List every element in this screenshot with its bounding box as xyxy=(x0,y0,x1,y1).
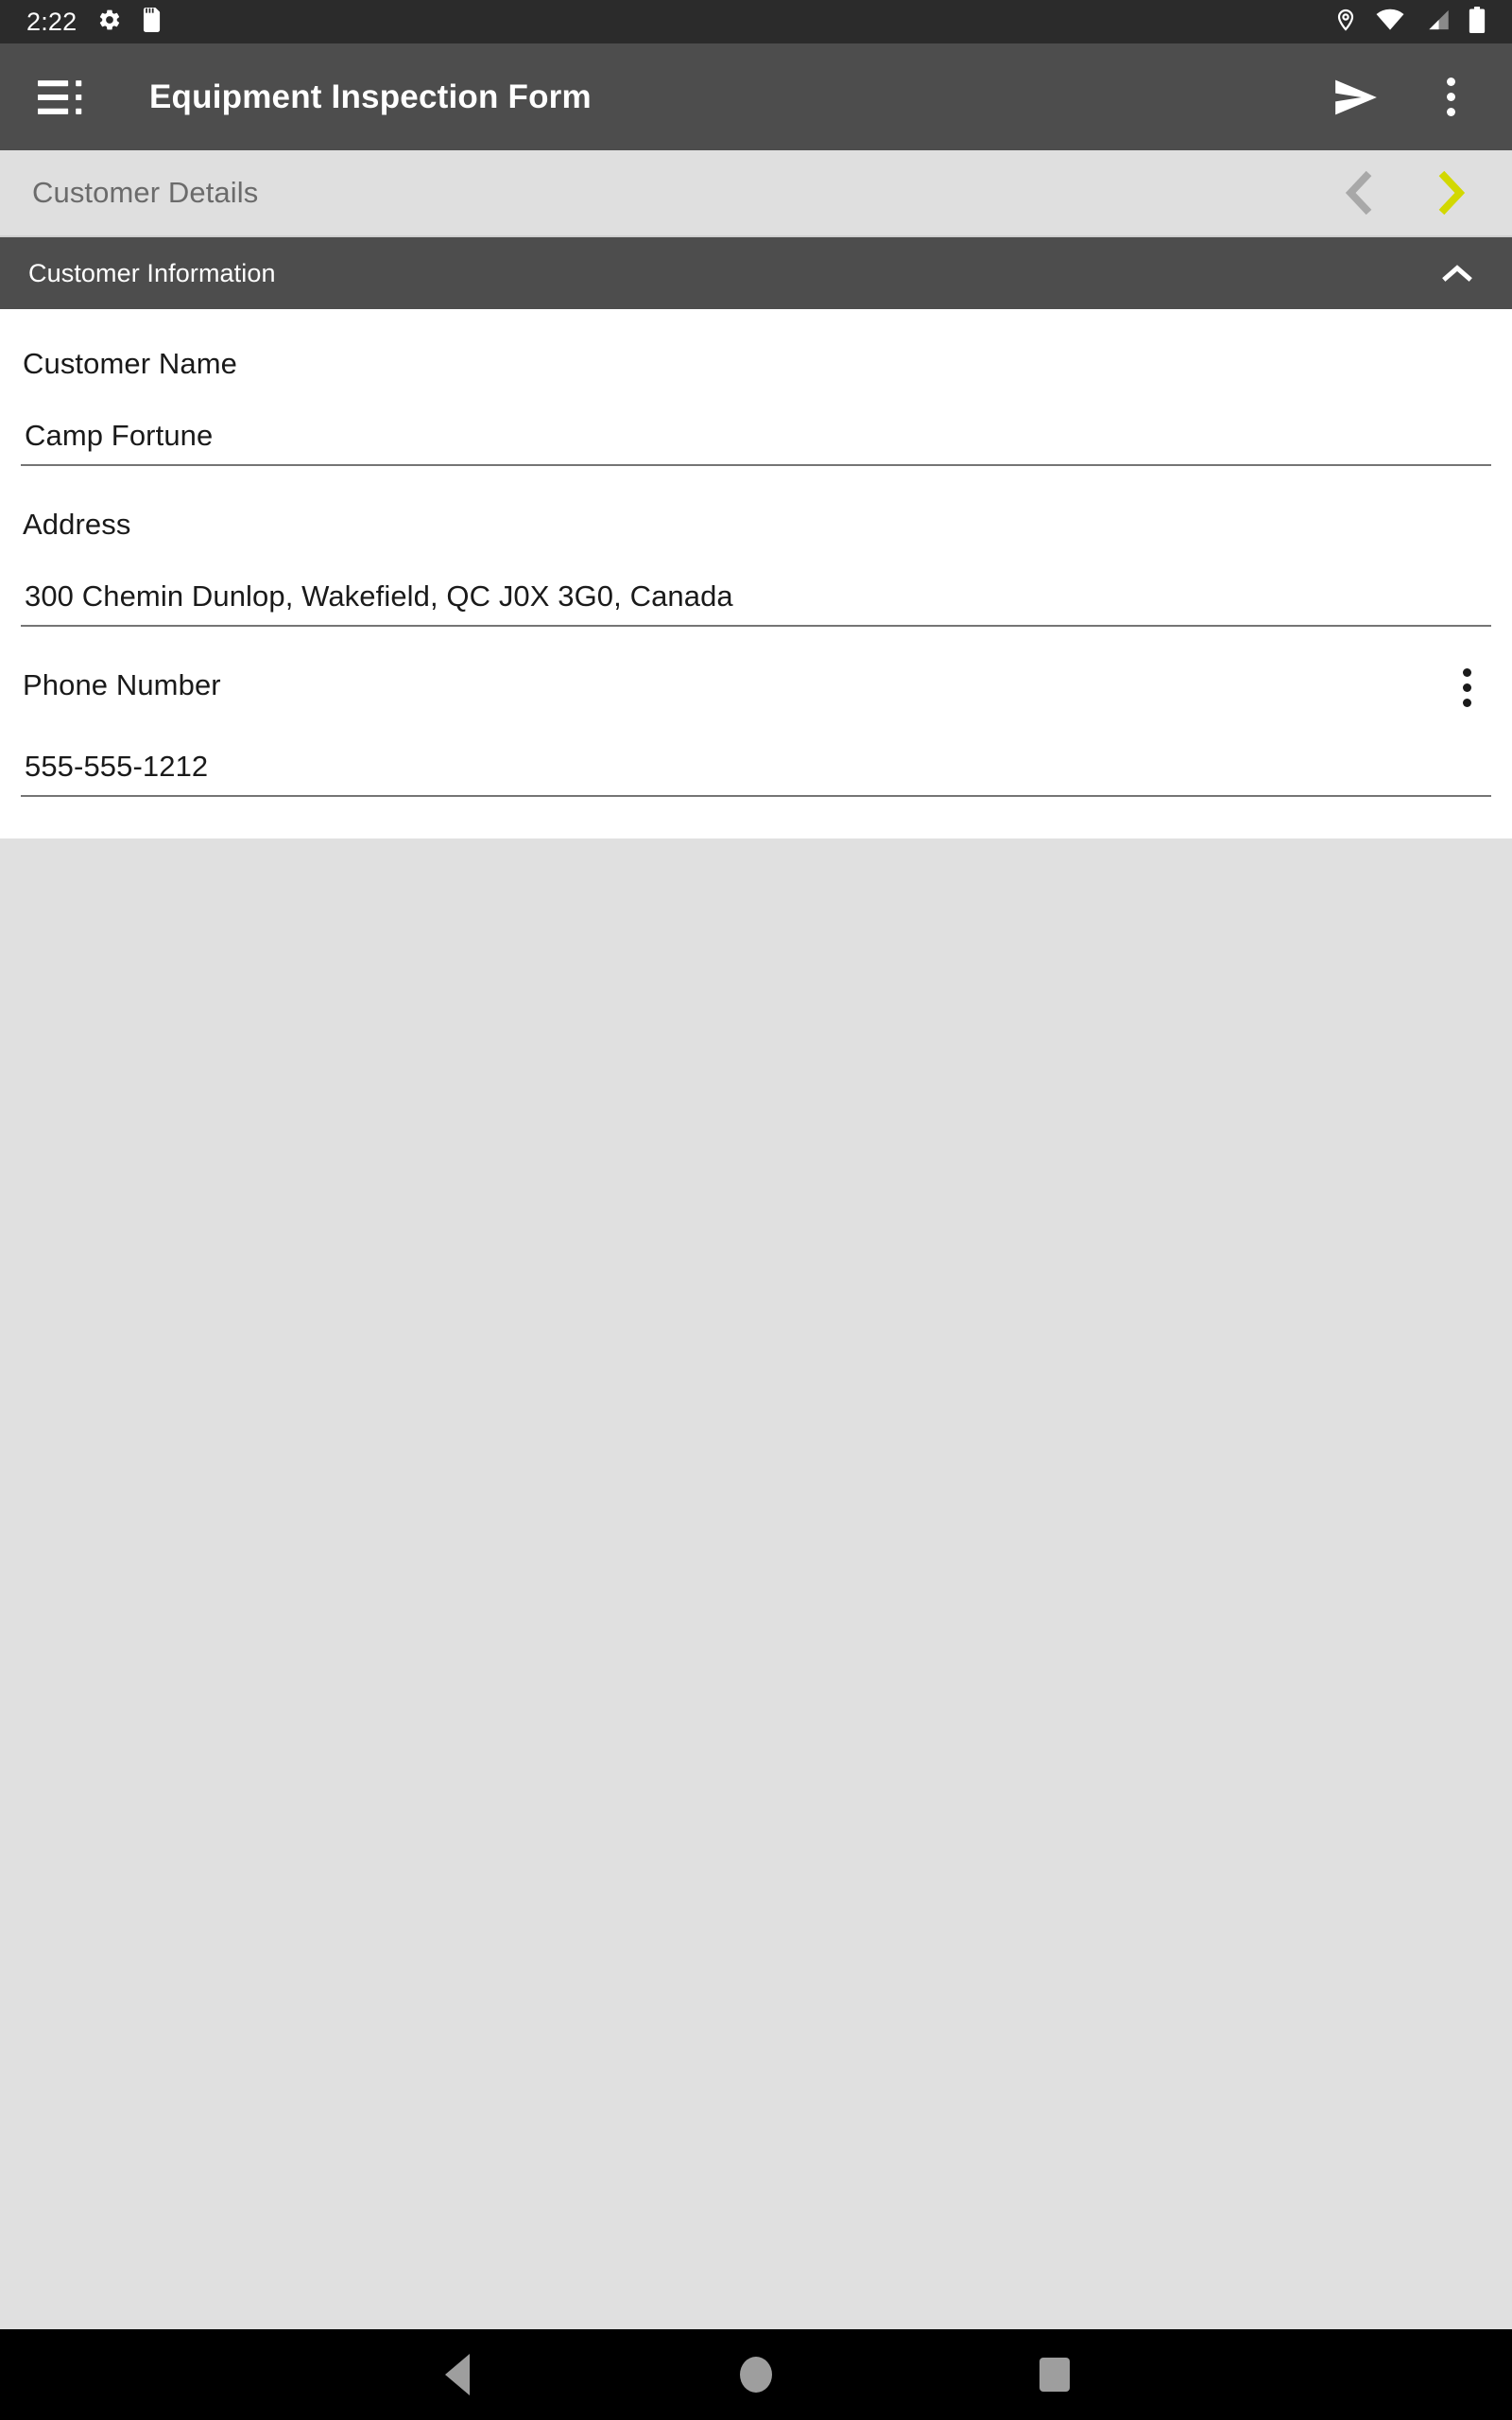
field-value: 300 Chemin Dunlop, Wakefield, QC J0X 3G0… xyxy=(25,579,733,613)
recents-square-icon xyxy=(1040,2358,1070,2392)
phone-number-input[interactable]: 555-555-1212 xyxy=(21,750,1491,797)
overflow-dots xyxy=(1462,667,1471,707)
chevron-up-icon[interactable] xyxy=(1431,247,1484,300)
status-bar-right xyxy=(1334,6,1486,38)
android-navigation-bar xyxy=(0,2329,1512,2420)
page-nav-arrows xyxy=(1331,165,1480,220)
cellular-signal-icon xyxy=(1423,9,1450,36)
send-icon[interactable] xyxy=(1327,68,1385,127)
status-bar-left: 2:22 xyxy=(26,7,163,37)
app-bar-actions xyxy=(1327,68,1480,127)
wifi-icon xyxy=(1376,9,1404,36)
status-bar-clock: 2:22 xyxy=(26,7,77,36)
field-phone-number: Phone Number 555-555-1212 xyxy=(21,667,1491,838)
field-customer-name: Customer Name Camp Fortune xyxy=(21,347,1491,508)
app-bar: Equipment Inspection Form xyxy=(0,43,1512,150)
home-circle-icon xyxy=(740,2357,772,2393)
field-value: Camp Fortune xyxy=(25,419,214,452)
address-input[interactable]: 300 Chemin Dunlop, Wakefield, QC J0X 3G0… xyxy=(21,579,1491,627)
back-triangle-icon xyxy=(445,2354,470,2395)
settings-gear-icon xyxy=(97,8,122,37)
overflow-dots xyxy=(1446,78,1455,116)
previous-page-button[interactable] xyxy=(1331,165,1385,220)
next-page-button[interactable] xyxy=(1425,165,1480,220)
sd-card-icon xyxy=(143,7,163,37)
phone-number-overflow-menu-icon[interactable] xyxy=(1442,663,1491,712)
field-label-row: Phone Number xyxy=(21,667,1491,712)
android-screen: 2:22 Equipment Inspection Form Customer … xyxy=(0,0,1512,2420)
customer-information-form: Customer Name Camp Fortune Address 300 C… xyxy=(0,309,1512,838)
field-label-row: Address xyxy=(21,508,1491,542)
field-value: 555-555-1212 xyxy=(25,750,209,783)
section-header-customer-information[interactable]: Customer Information xyxy=(0,235,1512,309)
home-button[interactable] xyxy=(718,2337,794,2412)
recent-apps-button[interactable] xyxy=(1017,2337,1092,2412)
page-navigation-bar: Customer Details xyxy=(0,150,1512,235)
list-menu-icon[interactable] xyxy=(32,68,91,127)
form-background-area xyxy=(0,838,1512,2329)
customer-name-input[interactable]: Camp Fortune xyxy=(21,419,1491,466)
field-label: Phone Number xyxy=(23,668,221,701)
field-label: Customer Name xyxy=(23,347,237,380)
page-title: Customer Details xyxy=(32,176,259,209)
section-header-title: Customer Information xyxy=(28,258,276,287)
field-label: Address xyxy=(23,508,131,541)
field-label-row: Customer Name xyxy=(21,347,1491,381)
app-bar-title: Equipment Inspection Form xyxy=(149,78,592,115)
battery-icon xyxy=(1469,6,1486,38)
location-pin-icon xyxy=(1334,7,1357,38)
back-button[interactable] xyxy=(420,2337,495,2412)
overflow-menu-icon[interactable] xyxy=(1421,68,1480,127)
status-bar: 2:22 xyxy=(0,0,1512,43)
field-address: Address 300 Chemin Dunlop, Wakefield, QC… xyxy=(21,508,1491,668)
